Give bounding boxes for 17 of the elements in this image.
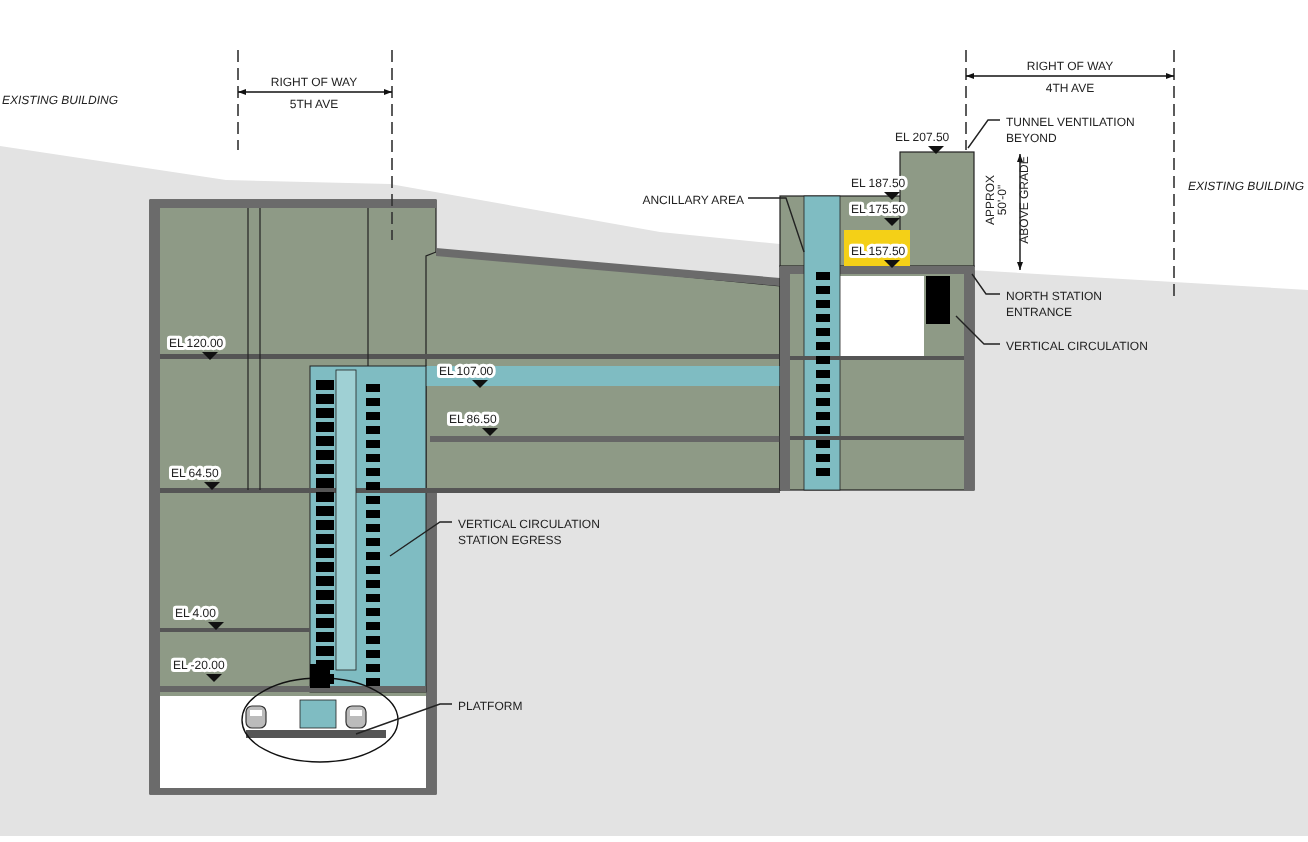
leader-line bbox=[967, 119, 1001, 149]
leader-line bbox=[747, 197, 805, 253]
right-of-way-line bbox=[965, 49, 967, 151]
escalator-drawing bbox=[926, 276, 950, 324]
train-icon bbox=[345, 705, 367, 729]
elevation-marker-icon bbox=[202, 352, 218, 360]
leader-line bbox=[971, 273, 1001, 295]
elevation-marker-icon bbox=[472, 380, 488, 388]
elevation-marker-icon bbox=[206, 674, 222, 682]
leader-line bbox=[389, 521, 453, 557]
dimension-arrow bbox=[1017, 153, 1023, 271]
leader-line bbox=[955, 315, 1001, 345]
leader-line bbox=[355, 703, 453, 735]
elevation-marker-icon bbox=[884, 192, 900, 200]
right-of-way-line bbox=[237, 49, 239, 151]
train-icon bbox=[245, 705, 267, 729]
elevation-marker-icon bbox=[884, 218, 900, 226]
